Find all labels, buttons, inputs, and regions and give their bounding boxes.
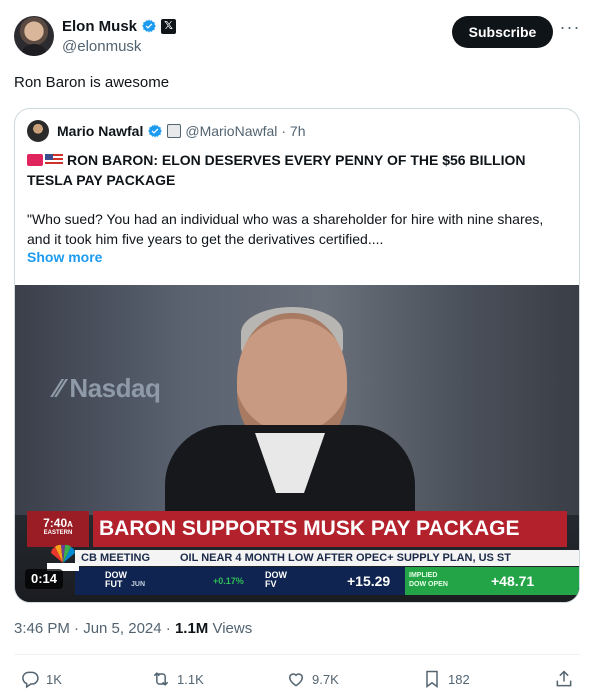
clock-time: 7:40A [27, 516, 89, 530]
author-display-name[interactable]: Elon Musk [62, 18, 137, 35]
views-count: 1.1M [174, 620, 209, 637]
more-options-icon[interactable]: ··· [559, 18, 581, 42]
tweet-actions: 1K 1.1K 9.7K 182 [14, 666, 580, 692]
views-label: Views [208, 620, 253, 637]
nasdaq-logo-icon: ⁄⁄ [55, 373, 70, 403]
quoted-tweet-body: "Who sued? You had an individual who was… [27, 211, 544, 247]
us-flag-emoji-icon [45, 154, 63, 166]
bookmark-button[interactable]: 182 [422, 666, 470, 692]
share-icon [556, 670, 572, 687]
retweet-button[interactable]: 1.1K [151, 666, 204, 692]
x-affiliation-icon: 𝕏 [161, 18, 177, 34]
clock-digits: 7:40 [43, 516, 68, 530]
heart-icon [288, 673, 304, 687]
market-data-bar: DOW FUT JUN +0.17% DOW FV +15.29 IMPLIED… [75, 567, 579, 595]
like-count: 9.7K [312, 671, 339, 687]
retweet-count: 1.1K [177, 671, 204, 687]
nasdaq-logo-text: Nasdaq [69, 373, 161, 403]
dow-fut-sub: FUT [105, 579, 123, 589]
bookmark-icon [426, 670, 438, 688]
verified-badge-icon [148, 124, 163, 138]
quoted-tweet-header: Mario Nawfal @MarioNawfal · 7h [27, 120, 306, 142]
dow-fut-month: JUN [131, 581, 146, 588]
cnbc-peacock-logo-icon [47, 544, 79, 571]
dow-fut-pct: +0.17% [213, 576, 244, 586]
reply-icon [22, 671, 39, 689]
nasdaq-logo: ⁄⁄ Nasdaq [55, 373, 161, 404]
quoted-tweet-time[interactable]: · 7h [281, 123, 305, 139]
clock-zone: EASTERN [43, 530, 73, 536]
quoted-author-name[interactable]: Mario Nawfal [57, 123, 143, 139]
ticker-left: CB MEETING [81, 552, 151, 564]
implied-label: IMPLIED DOW OPEN [409, 571, 448, 589]
tweet-meta: 3:46 PM · Jun 5, 2024 · 1.1M Views [14, 620, 252, 637]
subscribe-button[interactable]: Subscribe [452, 16, 553, 48]
implied-label-1: IMPLIED [409, 572, 438, 579]
ticker-right: OIL NEAR 4 MONTH LOW AFTER OPEC+ SUPPLY … [180, 552, 511, 564]
implied-label-2: DOW OPEN [409, 581, 448, 588]
clock-ampm: A [67, 520, 73, 529]
verified-badge-icon [142, 19, 156, 33]
quoted-author-avatar[interactable] [27, 120, 49, 142]
video-player[interactable]: ⁄⁄ Nasdaq 7:40A EASTERN BARON SUPPORTS M… [15, 285, 579, 602]
like-button[interactable]: 9.7K [286, 666, 339, 692]
retweet-icon [153, 672, 169, 686]
quoted-author-handle[interactable]: @MarioNawfal [185, 123, 277, 139]
tweet-timestamp[interactable]: 3:46 PM · Jun 5, 2024 [14, 620, 162, 637]
news-ticker: CB MEETING OIL NEAR 4 MONTH LOW AFTER OP… [75, 550, 579, 566]
author-name-block: Elon Musk 𝕏 @elonmusk [62, 16, 177, 55]
dow-fv-sub: FV [265, 579, 277, 589]
quoted-tweet-title: RON BARON: ELON DESERVES EVERY PENNY OF … [27, 150, 567, 190]
author-avatar[interactable] [14, 16, 54, 56]
action-divider [14, 654, 580, 655]
bookmark-count: 182 [448, 671, 470, 687]
quoted-tweet-title-text: RON BARON: ELON DESERVES EVERY PENNY OF … [27, 152, 526, 188]
share-button[interactable] [554, 666, 574, 692]
quoted-tweet[interactable]: Mario Nawfal @MarioNawfal · 7h RON BARON… [14, 108, 580, 603]
implied-dow-panel: IMPLIED DOW OPEN +48.71 [405, 567, 579, 595]
video-duration: 0:14 [25, 569, 64, 589]
reply-button[interactable]: 1K [20, 666, 62, 692]
author-handle[interactable]: @elonmusk [62, 38, 176, 55]
tweet-header: Elon Musk 𝕏 @elonmusk Subscribe ··· [14, 14, 579, 58]
siren-emoji-icon [27, 154, 43, 166]
author-name-row: Elon Musk 𝕏 [62, 16, 177, 36]
reply-count: 1K [46, 671, 62, 687]
dow-fv-value: +15.29 [347, 573, 391, 589]
meta-separator: · [161, 620, 175, 637]
affiliate-badge-icon [167, 124, 182, 138]
implied-value: +48.71 [491, 573, 535, 589]
show-more-link[interactable]: Show more [27, 249, 102, 265]
tweet-text: Ron Baron is awesome [14, 74, 170, 91]
lower-third-headline: BARON SUPPORTS MUSK PAY PACKAGE [93, 511, 567, 547]
